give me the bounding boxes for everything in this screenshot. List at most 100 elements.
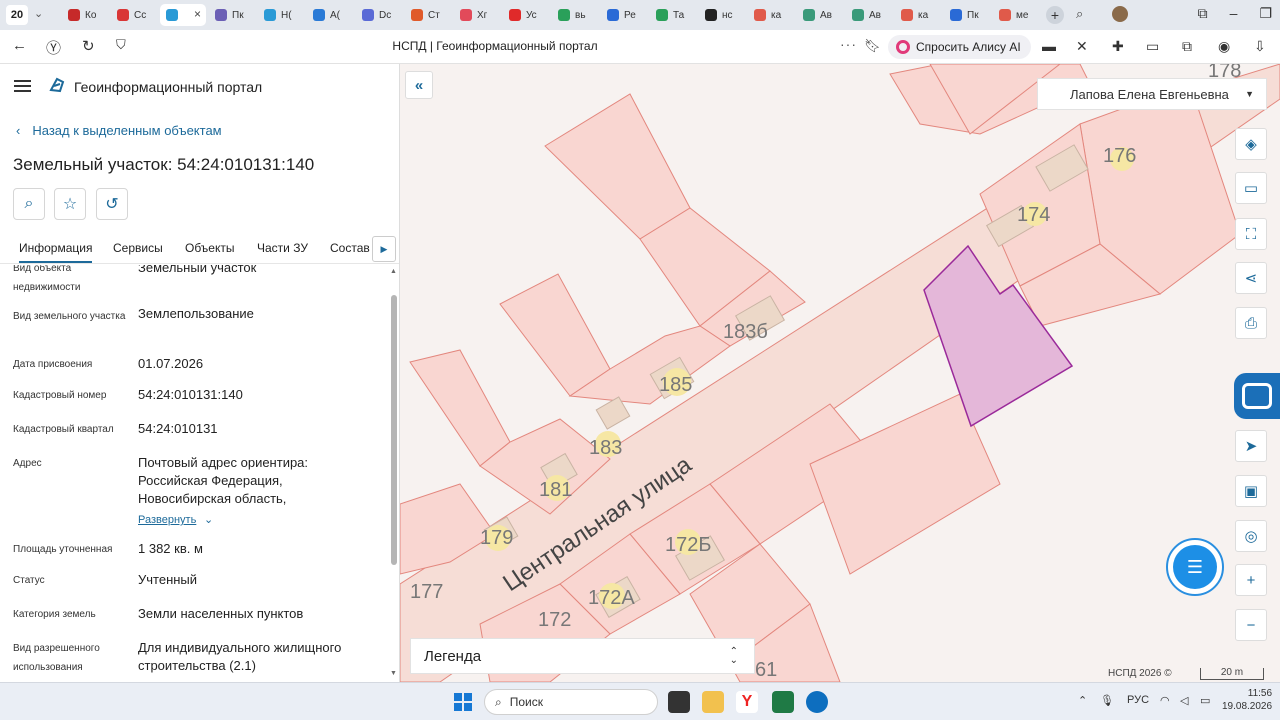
tab-favicon-icon bbox=[68, 9, 80, 21]
yandex-browser-icon[interactable]: Y bbox=[736, 691, 758, 713]
chat-button[interactable]: ☰ bbox=[1166, 538, 1224, 596]
microphone-icon[interactable]: 🎙︎ bbox=[1100, 694, 1114, 707]
property-value: Учтенный bbox=[138, 572, 198, 587]
browser-tab[interactable]: Пк bbox=[944, 4, 990, 26]
battery-icon[interactable]: ▭ bbox=[1146, 38, 1159, 55]
browser-tab[interactable]: Dc bbox=[356, 4, 402, 26]
file-explorer-icon[interactable] bbox=[702, 691, 724, 713]
property-value: Почтовый адрес ориентира: Российская Фед… bbox=[138, 455, 309, 506]
close-tab-icon[interactable]: × bbox=[194, 7, 201, 21]
cadastral-map[interactable]: 178 176 174 183б 185 183 181 179 177 172… bbox=[400, 64, 1280, 682]
puzzle-icon[interactable]: ✚ bbox=[1112, 38, 1124, 55]
minimap-button[interactable]: ▣ bbox=[1235, 475, 1267, 507]
zoom-out-button[interactable]: − bbox=[1235, 609, 1267, 641]
browser-tab[interactable]: Ус bbox=[503, 4, 549, 26]
property-label: Кадастровый квартал bbox=[13, 424, 114, 435]
browser-tab[interactable]: ка bbox=[895, 4, 941, 26]
locate-pin-icon: ◎ bbox=[1244, 528, 1258, 545]
tab-counter[interactable]: 20 bbox=[6, 5, 28, 25]
browser-tab[interactable]: × bbox=[160, 4, 206, 26]
layers-button[interactable]: ◈ bbox=[1235, 128, 1267, 160]
bookmark-icon[interactable]: 🔖︎ bbox=[864, 38, 881, 54]
tab-favicon-icon bbox=[607, 9, 619, 21]
browser-tab[interactable]: Сс bbox=[111, 4, 157, 26]
windows-start-icon[interactable] bbox=[454, 693, 472, 711]
property-scrollbar[interactable]: ▲ ▼ bbox=[389, 265, 398, 682]
scroll-thumb[interactable] bbox=[391, 295, 397, 565]
print-icon: ⎙ bbox=[1244, 314, 1257, 332]
share-button[interactable]: ⋖ bbox=[1235, 262, 1267, 294]
adblock-icon[interactable]: ◉ bbox=[1218, 38, 1230, 55]
browser-tab[interactable]: вь bbox=[552, 4, 598, 26]
tab-info[interactable]: Информация bbox=[19, 241, 93, 263]
tab-label: ме bbox=[1016, 9, 1029, 21]
user-menu-dropdown[interactable]: Лапова Елена Евгеньевна ▼ bbox=[1037, 78, 1267, 110]
tab-composition[interactable]: Состав bbox=[330, 241, 370, 255]
task-view-icon[interactable] bbox=[668, 691, 690, 713]
menu-icon[interactable] bbox=[14, 80, 31, 92]
restore-icon[interactable]: ❐ bbox=[1259, 5, 1272, 22]
property-label: Дата присвоения bbox=[13, 359, 93, 370]
legend-panel[interactable]: Легенда ⌃ ⌄ bbox=[410, 638, 755, 674]
tools-icon[interactable]: ✕ bbox=[1076, 38, 1088, 55]
map-canvas[interactable]: 178 176 174 183б 185 183 181 179 177 172… bbox=[400, 64, 1280, 682]
tab-services[interactable]: Сервисы bbox=[113, 241, 163, 255]
find-object-button[interactable]: ⌕ bbox=[13, 188, 45, 220]
print-button[interactable]: ⎙ bbox=[1235, 307, 1267, 339]
bookmarks-icon[interactable]: ⧉ bbox=[1198, 5, 1208, 22]
collections-icon[interactable]: ⧉ bbox=[1182, 38, 1192, 55]
browser-tab[interactable]: Ав bbox=[846, 4, 892, 26]
tab-parts[interactable]: Части ЗУ bbox=[257, 241, 308, 255]
tray-chevron-icon[interactable]: ⌃ bbox=[1078, 694, 1087, 707]
downloads-icon[interactable]: ⇩ bbox=[1254, 38, 1266, 55]
browser-tab[interactable]: Та bbox=[650, 4, 696, 26]
measure-button[interactable]: ▭ bbox=[1235, 172, 1267, 204]
tab-search-icon[interactable]: ⌕ bbox=[1076, 6, 1083, 22]
browser-tab[interactable]: ка bbox=[748, 4, 794, 26]
expand-address-link[interactable]: Развернуть ⌄ bbox=[138, 510, 378, 529]
ask-alice-button[interactable]: Спросить Алису AI bbox=[888, 35, 1031, 59]
favorite-button[interactable]: ☆ bbox=[54, 188, 86, 220]
browser-tab[interactable]: Пк bbox=[209, 4, 255, 26]
language-indicator[interactable]: РУС bbox=[1127, 694, 1149, 706]
expand-collapse-icon[interactable]: ⌃ ⌄ bbox=[730, 647, 738, 666]
browser-tab[interactable]: А( bbox=[307, 4, 353, 26]
scroll-down-icon[interactable]: ▼ bbox=[390, 670, 397, 677]
tab-favicon-icon bbox=[362, 9, 374, 21]
system-clock[interactable]: 11:56 19.08.2026 bbox=[1222, 687, 1272, 713]
property-label: Кадастровый номер bbox=[13, 390, 107, 401]
browser-tab[interactable]: Н( bbox=[258, 4, 304, 26]
history-button[interactable]: ↺ bbox=[96, 188, 128, 220]
browser-tab[interactable]: Ре bbox=[601, 4, 647, 26]
tabs-scroll-right-button[interactable]: ▶ bbox=[372, 236, 396, 262]
panel-tabs: Информация Сервисы Объекты Части ЗУ Сост… bbox=[0, 236, 399, 264]
alice-icon bbox=[896, 40, 910, 54]
edge-icon[interactable] bbox=[806, 691, 828, 713]
gosuslugi-feedback-button[interactable] bbox=[1234, 373, 1280, 419]
select-area-button[interactable]: ⛶ bbox=[1235, 218, 1267, 250]
wifi-icon[interactable]: ◠ bbox=[1160, 694, 1170, 707]
browser-tab[interactable]: нс bbox=[699, 4, 745, 26]
browser-profile-avatar[interactable] bbox=[1112, 6, 1128, 22]
more-icon[interactable]: ··· bbox=[840, 36, 857, 52]
zoom-in-button[interactable]: + bbox=[1235, 564, 1267, 596]
tab-objects[interactable]: Объекты bbox=[185, 241, 235, 255]
taskbar-search[interactable]: ⌕ Поиск bbox=[484, 689, 658, 715]
collapse-panel-button[interactable]: « bbox=[405, 71, 433, 99]
battery-tray-icon[interactable]: ▭ bbox=[1200, 694, 1210, 707]
excel-icon[interactable] bbox=[772, 691, 794, 713]
minimize-icon[interactable]: – bbox=[1230, 5, 1238, 22]
back-to-selected-link[interactable]: ‹ Назад к выделенным объектам bbox=[16, 123, 222, 138]
browser-tab[interactable]: ме bbox=[993, 4, 1039, 26]
browser-tab[interactable]: Ав bbox=[797, 4, 843, 26]
scroll-up-icon[interactable]: ▲ bbox=[390, 268, 397, 275]
chevron-down-icon[interactable]: ⌄ bbox=[34, 7, 43, 20]
new-tab-button[interactable]: + bbox=[1046, 6, 1064, 24]
volume-icon[interactable]: ◁ bbox=[1180, 694, 1188, 707]
extension-icon[interactable]: ▬ bbox=[1042, 38, 1056, 54]
browser-tab[interactable]: Ко bbox=[62, 4, 108, 26]
browser-tab[interactable]: Хг bbox=[454, 4, 500, 26]
browser-tab[interactable]: Ст bbox=[405, 4, 451, 26]
geolocation-button[interactable]: ➤ bbox=[1235, 430, 1267, 462]
locate-button[interactable]: ◎ bbox=[1235, 520, 1267, 552]
